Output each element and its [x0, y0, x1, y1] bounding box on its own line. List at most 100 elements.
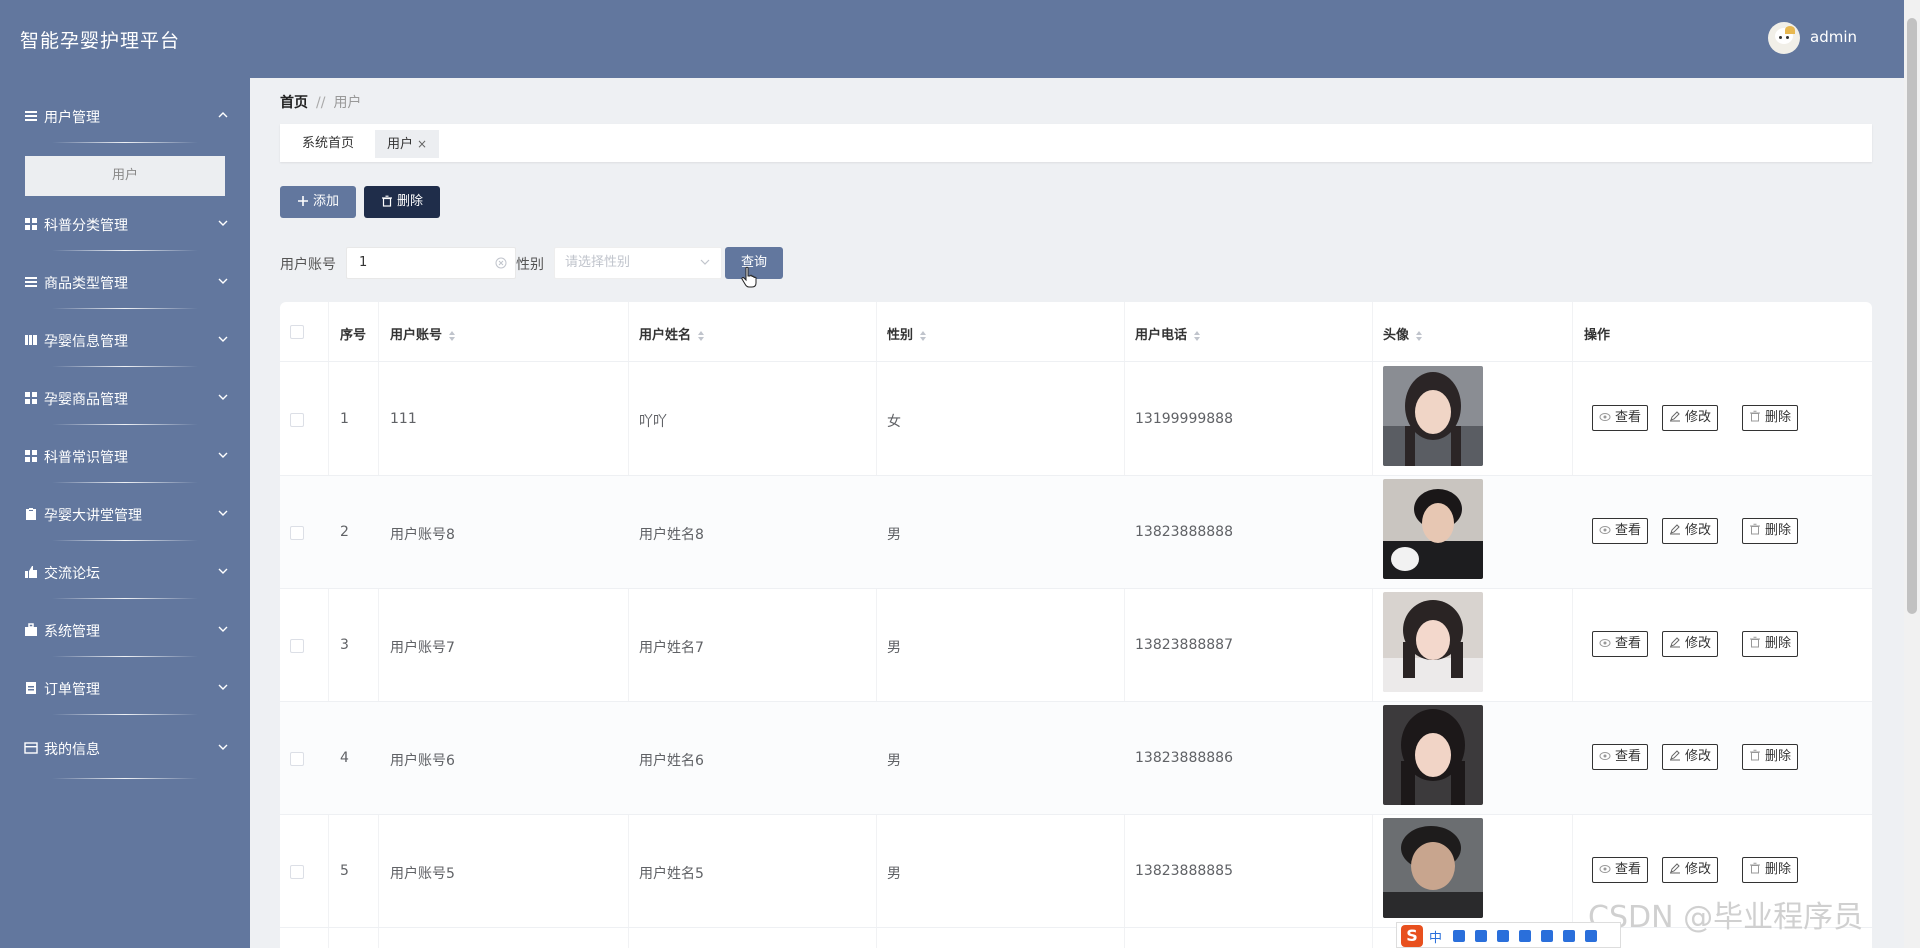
sort-icon [698, 330, 705, 341]
sidebar-item-product-type[interactable]: 商品类型管理 [0, 262, 250, 302]
edit-button[interactable]: 修改 [1662, 631, 1719, 657]
sidebar-item-orders[interactable]: 订单管理 [0, 668, 250, 708]
cell-name: 用户姓名6 [639, 753, 704, 769]
table-header: 序号 用户账号 用户姓名 性别 用户电话 头像 操作 [280, 302, 1872, 362]
table-row: 1 111 吖吖 女 13199999888 查看 修改 删除 [280, 363, 1872, 476]
edit-button[interactable]: 修改 [1662, 857, 1719, 883]
avatar-image[interactable] [1383, 705, 1483, 805]
menu-divider [52, 656, 198, 657]
row-checkbox[interactable] [290, 865, 304, 879]
edit-button[interactable]: 修改 [1662, 744, 1719, 770]
tab-system-home[interactable]: 系统首页 [290, 130, 366, 158]
sidebar-item-forum[interactable]: 交流论坛 [0, 552, 250, 592]
sidebar-item-my-info[interactable]: 我的信息 [0, 728, 250, 768]
view-button[interactable]: 查看 [1592, 857, 1649, 883]
ime-toolbar[interactable]: S 中 [1396, 922, 1621, 948]
edit-button-label: 修改 [1685, 862, 1712, 877]
menu-divider [52, 424, 198, 425]
sidebar-item-maternal-info[interactable]: 孕婴信息管理 [0, 320, 250, 360]
sidebar-item-label: 孕婴商品管理 [44, 392, 128, 408]
sidebar-item-user-management[interactable]: 用户管理 [0, 96, 250, 136]
tab-user[interactable]: 用户 × [375, 130, 440, 158]
page-scrollbar-thumb[interactable] [1907, 18, 1917, 614]
submenu-item-user[interactable]: 用户 [25, 156, 225, 196]
row-checkbox[interactable] [290, 413, 304, 427]
briefcase-icon [25, 623, 37, 636]
chevron-down-icon [218, 452, 228, 458]
menu-divider [52, 482, 198, 483]
header-name[interactable]: 用户姓名 [639, 324, 705, 343]
ime-skin-icon[interactable] [1519, 930, 1531, 942]
header-gender-label: 性别 [887, 328, 914, 343]
sidebar-item-science-category[interactable]: 科普分类管理 [0, 204, 250, 244]
row-delete-button[interactable]: 删除 [1742, 857, 1799, 883]
row-checkbox[interactable] [290, 639, 304, 653]
ime-microphone-icon[interactable] [1475, 930, 1487, 942]
row-delete-button[interactable]: 删除 [1742, 631, 1799, 657]
menu-divider [52, 714, 198, 715]
header-avatar[interactable]: 头像 [1383, 324, 1423, 343]
view-button[interactable]: 查看 [1592, 744, 1649, 770]
edit-button-label: 修改 [1685, 523, 1712, 538]
row-delete-button[interactable]: 删除 [1742, 405, 1799, 431]
edit-button[interactable]: 修改 [1662, 518, 1719, 544]
ime-settings-icon[interactable] [1585, 930, 1597, 942]
avatar-image[interactable] [1383, 818, 1483, 918]
header-account-label: 用户账号 [390, 328, 443, 343]
clear-icon[interactable] [495, 257, 507, 269]
sidebar-item-science-knowledge[interactable]: 科普常识管理 [0, 436, 250, 476]
chevron-down-icon [218, 626, 228, 632]
edit-icon [1670, 750, 1680, 761]
cell-phone: 13823888885 [1135, 863, 1233, 879]
view-button[interactable]: 查看 [1592, 518, 1649, 544]
avatar-image[interactable] [1383, 479, 1483, 579]
breadcrumb-home[interactable]: 首页 [280, 95, 308, 111]
header-gender[interactable]: 性别 [887, 324, 927, 343]
row-delete-button[interactable]: 删除 [1742, 518, 1799, 544]
ime-toolbox-icon[interactable] [1563, 930, 1575, 942]
header-phone-label: 用户电话 [1135, 328, 1188, 343]
header-account[interactable]: 用户账号 [390, 324, 456, 343]
row-checkbox[interactable] [290, 526, 304, 540]
edit-button-label: 修改 [1685, 410, 1712, 425]
sidebar-item-maternal-products[interactable]: 孕婴商品管理 [0, 378, 250, 418]
sidebar-item-label: 用户管理 [44, 110, 100, 126]
header-phone[interactable]: 用户电话 [1135, 324, 1201, 343]
cell-account: 用户账号6 [390, 753, 455, 769]
close-icon[interactable]: × [417, 137, 427, 151]
delete-button[interactable]: 删除 [364, 186, 440, 218]
chevron-down-icon [218, 744, 228, 750]
cell-gender: 男 [887, 753, 901, 769]
avatar-image[interactable] [1383, 592, 1483, 692]
sidebar-item-system[interactable]: 系统管理 [0, 610, 250, 650]
user-avatar[interactable] [1768, 22, 1800, 54]
account-input[interactable]: 1 [346, 247, 516, 279]
select-all-checkbox[interactable] [290, 325, 304, 339]
row-checkbox[interactable] [290, 752, 304, 766]
row-delete-button-label: 删除 [1765, 636, 1792, 651]
ime-emoji-icon[interactable] [1541, 930, 1553, 942]
top-header: 智能孕婴护理平台 admin [0, 0, 1920, 78]
trash-icon [1750, 749, 1760, 761]
view-button-label: 查看 [1615, 749, 1642, 764]
view-button[interactable]: 查看 [1592, 631, 1649, 657]
edit-button[interactable]: 修改 [1662, 405, 1719, 431]
view-button[interactable]: 查看 [1592, 405, 1649, 431]
sidebar-item-lecture[interactable]: 孕婴大讲堂管理 [0, 494, 250, 534]
avatar-image[interactable] [1383, 366, 1483, 466]
trash-icon [381, 195, 392, 207]
gender-select[interactable]: 请选择性别 [554, 247, 722, 279]
view-button-label: 查看 [1615, 410, 1642, 425]
edit-button-label: 修改 [1685, 636, 1712, 651]
user-name[interactable]: admin [1810, 28, 1857, 46]
eye-icon [1599, 865, 1611, 873]
ime-keyboard-icon[interactable] [1497, 930, 1509, 942]
ime-mode[interactable]: 中 [1429, 927, 1442, 946]
grid-icon [25, 450, 37, 462]
edit-icon [1670, 524, 1680, 535]
header-avatar-label: 头像 [1383, 328, 1410, 343]
row-delete-button[interactable]: 删除 [1742, 744, 1799, 770]
ime-logo-icon[interactable]: S [1401, 925, 1423, 947]
ime-punctuation-icon[interactable] [1453, 930, 1465, 942]
add-button[interactable]: 添加 [280, 186, 356, 218]
